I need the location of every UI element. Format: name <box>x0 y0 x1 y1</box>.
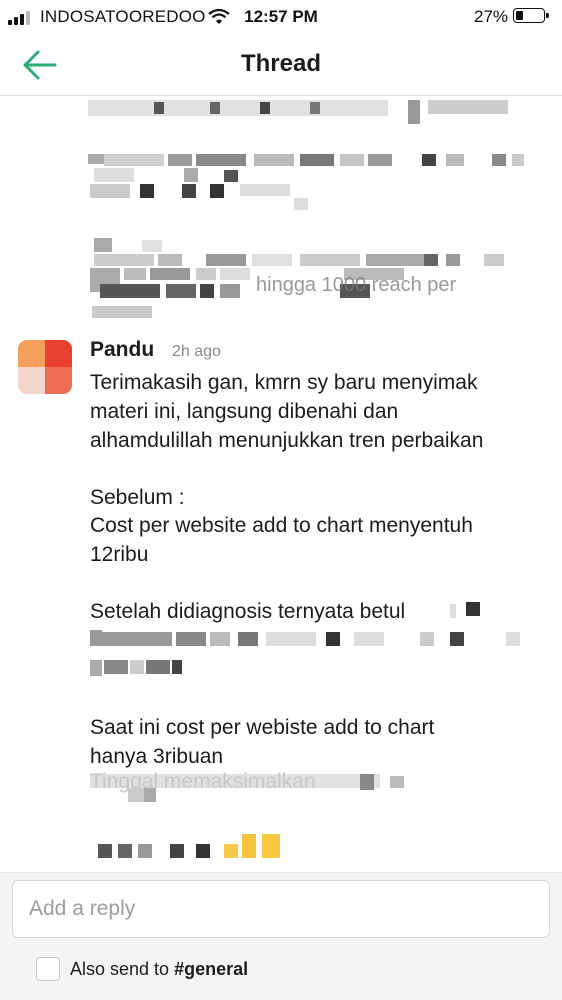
message-line: hanya 3ribuan <box>90 745 224 768</box>
avatar[interactable] <box>18 340 72 394</box>
message-line: Cost per website add to chart menyentuh <box>90 514 473 537</box>
message-line: Saat ini cost per webiste add to chart <box>90 716 435 739</box>
message-line: alhamdulillah menunjukkan tren perbaikan <box>90 429 484 452</box>
redacted-text-block <box>90 600 530 680</box>
channel-name: #general <box>174 959 249 979</box>
also-send-checkbox[interactable] <box>36 957 60 981</box>
message-line: materi ini, langsung dibenahi dan <box>90 400 399 423</box>
message-timestamp: 2h ago <box>172 343 221 360</box>
status-bar: INDOSATOOREDOO 12:57 PM 27% <box>0 0 562 34</box>
page-title: Thread <box>240 50 321 77</box>
previous-message-fragment: hingga 1000 reach per <box>256 274 457 296</box>
also-send-prefix: Also send to <box>70 959 175 979</box>
thread-header: Thread <box>0 34 562 96</box>
reply-input[interactable] <box>12 880 550 938</box>
also-send-label[interactable]: Also send to #general <box>70 959 248 980</box>
message-line: Terimakasih gan, kmrn sy baru menyimak <box>90 371 478 394</box>
battery-percent: 27% <box>474 7 509 26</box>
battery-icon <box>513 8 549 23</box>
message-line: Sebelum : <box>90 486 185 509</box>
message-author[interactable]: Pandu <box>90 338 154 362</box>
message-line: 12ribu <box>90 543 149 566</box>
reply-composer: Also send to #general <box>0 872 562 1000</box>
redacted-text-block <box>90 770 530 860</box>
